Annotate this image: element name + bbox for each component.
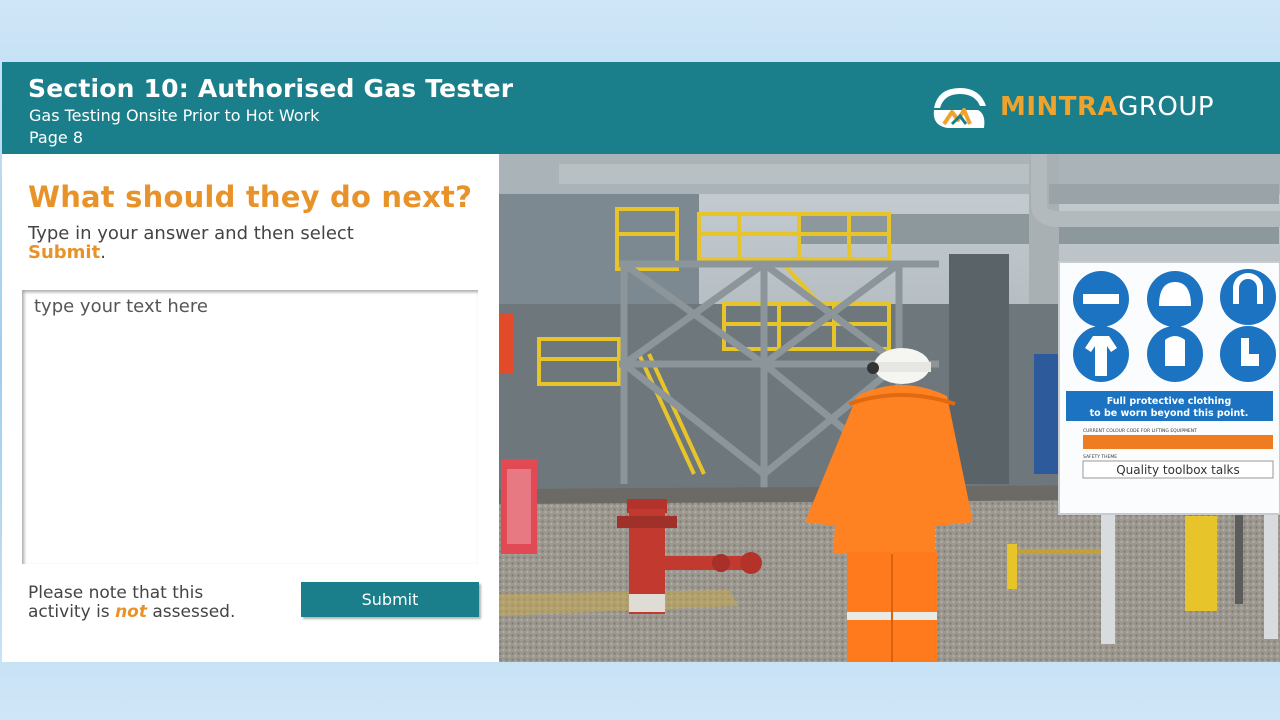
logo-wordmark: MINTRAGROUP [1000, 92, 1214, 122]
logo-text-mintra: MINTRA [1000, 92, 1119, 122]
sign-colour-code-label: CURRENT COLOUR CODE FOR LIFTING EQUIPMEN… [1083, 428, 1197, 434]
instruction-suffix: . [100, 242, 106, 263]
slide: Section 10: Authorised Gas Tester Gas Te… [2, 62, 1280, 662]
note-emphasis: not [115, 602, 147, 622]
safety-sign: Full protective clothing to be worn beyo… [1058, 261, 1280, 515]
logo-text-group: GROUP [1118, 92, 1215, 122]
note-prefix: activity is [28, 602, 110, 622]
note-suffix: assessed. [152, 602, 236, 622]
mintra-logo: MINTRAGROUP [930, 84, 1250, 134]
mintra-logo-icon [933, 88, 986, 128]
assessment-note: Please note that this activity is not as… [28, 584, 235, 622]
instruction-submit-highlight: Submit [28, 242, 101, 263]
sign-text-line2: to be worn beyond this point. [1090, 408, 1249, 419]
section-subtitle: Gas Testing Onsite Prior to Hot Work [29, 106, 320, 125]
answer-input[interactable] [22, 290, 478, 564]
instruction-text: Type in your answer and then select Subm… [28, 224, 468, 262]
sign-safety-theme-label: SAFETY THEME [1083, 454, 1117, 460]
sign-safety-theme-value: Quality toolbox talks [1116, 463, 1240, 477]
page-number: Page 8 [29, 128, 83, 147]
header-bar: Section 10: Authorised Gas Tester Gas Te… [2, 62, 1280, 154]
activity-panel: What should they do next? Type in your a… [2, 154, 499, 662]
question-heading: What should they do next? [28, 180, 473, 214]
section-title: Section 10: Authorised Gas Tester [28, 74, 514, 103]
note-line1: Please note that this [28, 583, 204, 603]
scenario-illustration: Full protective clothing to be worn beyo… [499, 154, 1280, 662]
submit-button[interactable]: Submit [301, 582, 479, 617]
scenario-photo: Full protective clothing to be worn beyo… [499, 154, 1280, 662]
sign-text-line1: Full protective clothing [1107, 396, 1232, 407]
instruction-prefix: Type in your answer and then select [28, 223, 354, 244]
